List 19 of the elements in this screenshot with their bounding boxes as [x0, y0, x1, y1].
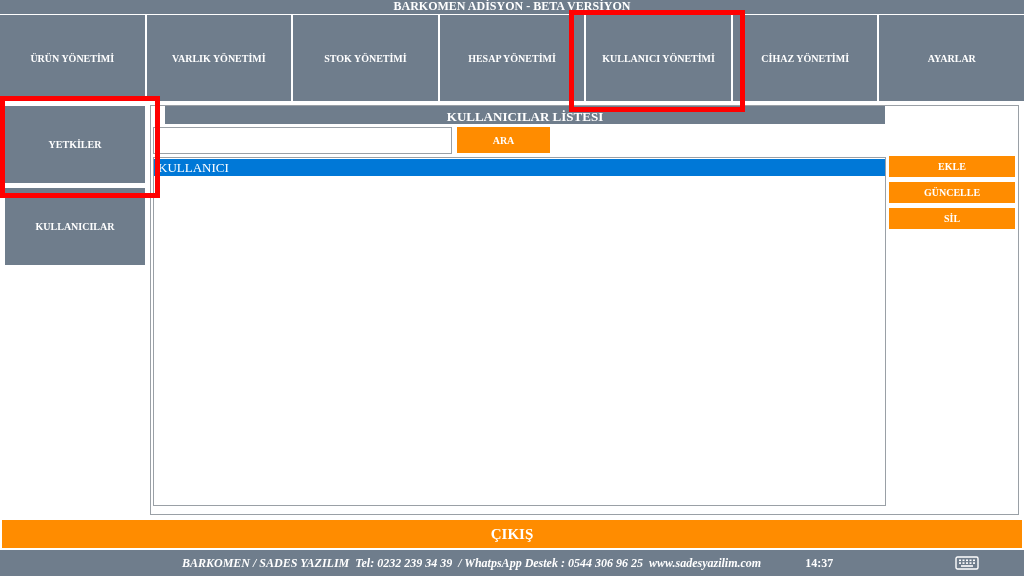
action-button[interactable]: GÜNCELLE: [889, 182, 1015, 203]
status-info: BARKOMEN / SADES YAZILIM Tel: 0232 239 34 39 / WhatpsApp Destek : 0544 306 96 25 www.sadesyazilim.com: [182, 555, 762, 572]
nav-tab[interactable]: CİHAZ YÖNETİMİ: [732, 15, 878, 101]
keyboard-icon[interactable]: [955, 556, 979, 570]
search-field[interactable]: [153, 127, 452, 154]
sidebar-item[interactable]: KULLANICILAR: [5, 188, 145, 265]
sidebar-item[interactable]: YETKİLER: [5, 106, 145, 183]
action-button[interactable]: EKLE: [889, 156, 1015, 177]
window-title: BARKOMEN ADİSYON - BETA VERSİYON: [393, 0, 631, 13]
search-button[interactable]: ARA: [457, 127, 550, 153]
action-button[interactable]: SİL: [889, 208, 1015, 229]
nav-tab[interactable]: STOK YÖNETİMİ: [293, 15, 438, 101]
nav-tab[interactable]: HESAP YÖNETİMİ: [439, 15, 585, 101]
nav-tab[interactable]: AYARLAR: [879, 15, 1024, 101]
nav-tab[interactable]: VARLIK YÖNETİMİ: [146, 15, 292, 101]
exit-button[interactable]: ÇIKIŞ: [2, 520, 1022, 548]
clock-time: 14:37: [805, 555, 834, 572]
panel-title: KULLANICILAR LİSTESİ: [165, 106, 885, 124]
nav-tab[interactable]: KULLANICI YÖNETİMİ: [586, 15, 731, 101]
